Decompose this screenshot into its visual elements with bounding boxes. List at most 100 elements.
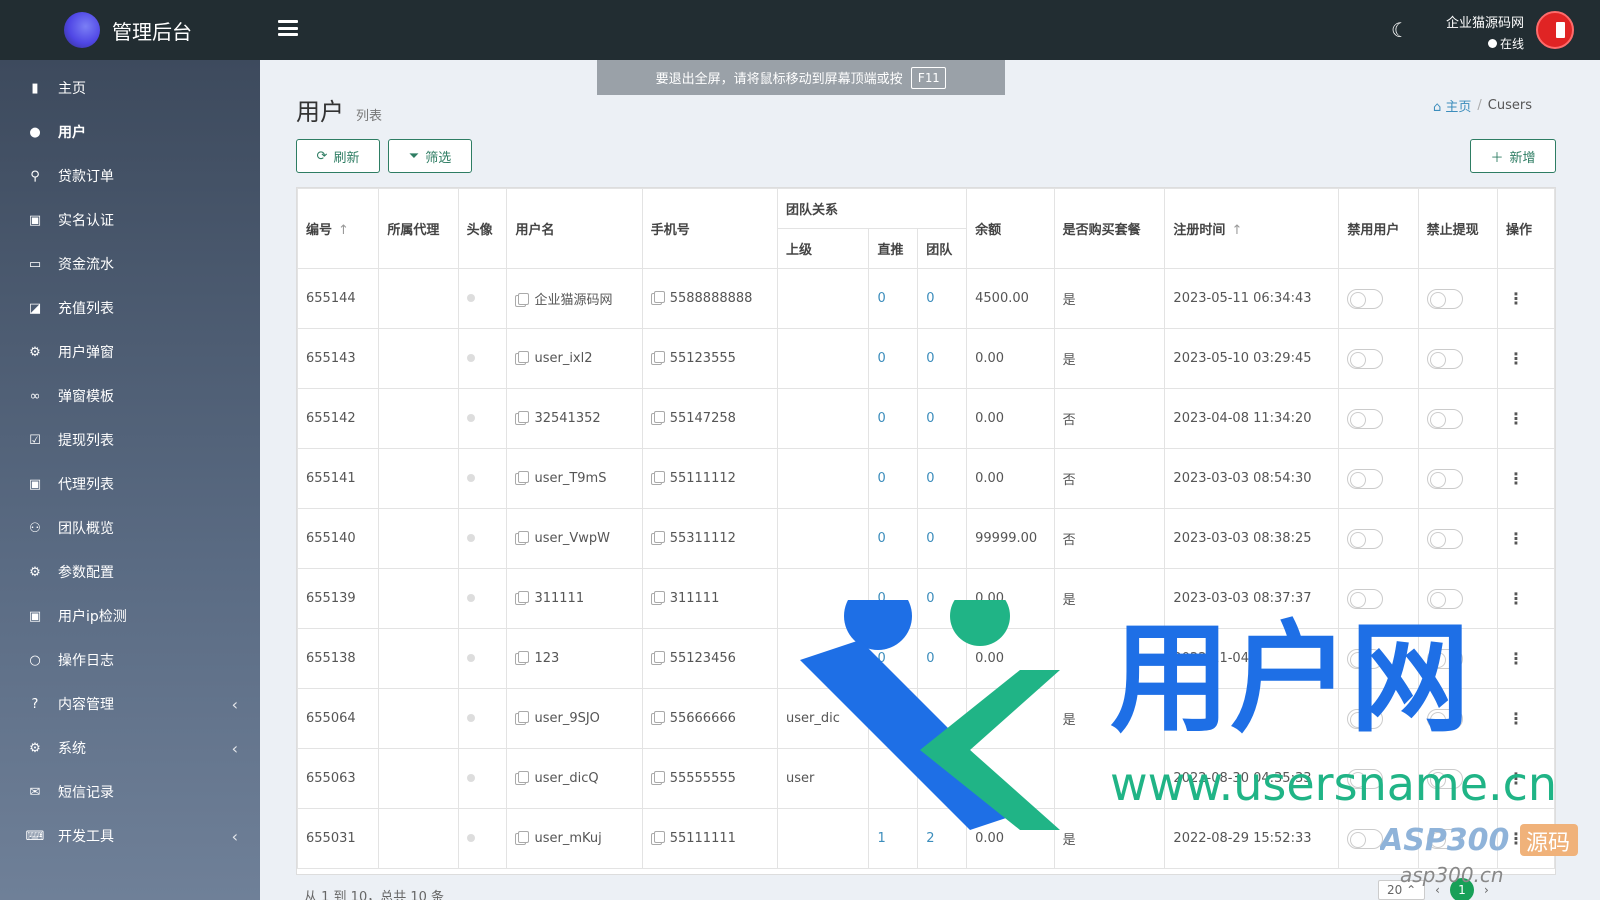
ban-user-toggle[interactable] <box>1347 588 1384 609</box>
popup-icon: ⚙ <box>29 344 41 360</box>
more-actions-icon[interactable]: ⋮ <box>1506 589 1526 608</box>
copy-icon[interactable] <box>650 410 665 425</box>
sidebar-item-3[interactable]: ▣ 实名认证 <box>0 198 260 242</box>
ban-user-toggle[interactable] <box>1347 648 1384 669</box>
copy-icon[interactable] <box>515 830 530 845</box>
sidebar-item-13[interactable]: ○ 操作日志 <box>0 638 260 682</box>
prev-page-icon[interactable]: ‹ <box>1435 883 1440 897</box>
copy-icon[interactable] <box>650 830 665 845</box>
copy-icon[interactable] <box>515 710 530 725</box>
sidebar-item-1[interactable]: ● 用户 <box>0 110 260 154</box>
copy-icon[interactable] <box>650 650 665 665</box>
copy-icon[interactable] <box>650 770 665 785</box>
filter-button[interactable]: ⏷ 筛选 <box>388 139 472 173</box>
cell-ban_withdraw <box>1417 328 1498 389</box>
more-actions-icon[interactable]: ⋮ <box>1506 289 1526 308</box>
current-page[interactable]: 1 <box>1449 878 1474 900</box>
copy-icon[interactable] <box>515 410 530 425</box>
more-actions-icon[interactable]: ⋮ <box>1506 409 1526 428</box>
ban-user-toggle[interactable] <box>1347 768 1384 789</box>
table-row: 655064 user_9SJO 55666666 user_dic 是 ⋮ <box>297 688 1555 749</box>
ban-user-toggle[interactable] <box>1347 348 1384 369</box>
more-actions-icon[interactable]: ⋮ <box>1506 769 1526 788</box>
ban-withdraw-toggle[interactable] <box>1426 528 1463 549</box>
sidebar-item-9[interactable]: ▣ 代理列表 <box>0 462 260 506</box>
copy-icon[interactable] <box>515 650 530 665</box>
ban-withdraw-toggle[interactable] <box>1426 408 1463 429</box>
ban-withdraw-toggle[interactable] <box>1426 588 1463 609</box>
copy-icon[interactable] <box>515 770 530 785</box>
sidebar-item-14[interactable]: ? 内容管理 ‹ <box>0 682 260 726</box>
more-actions-icon[interactable]: ⋮ <box>1506 829 1526 848</box>
sidebar-item-4[interactable]: ▭ 资金流水 <box>0 242 260 286</box>
ban-withdraw-toggle[interactable] <box>1426 768 1463 789</box>
ban-withdraw-toggle[interactable] <box>1426 828 1463 849</box>
ban-user-toggle[interactable] <box>1347 468 1384 489</box>
ban-withdraw-toggle[interactable] <box>1426 648 1463 669</box>
copy-icon[interactable] <box>650 530 665 545</box>
header-avatar: 头像 <box>457 188 508 269</box>
copy-icon[interactable] <box>650 290 665 305</box>
chevron-left-icon: ‹ <box>231 826 238 846</box>
cell-avatar <box>457 748 508 809</box>
sidebar-item-5[interactable]: ◪ 充值列表 <box>0 286 260 330</box>
cell-direct <box>868 688 919 749</box>
user-menu[interactable]: 企业猫源码网 在线 <box>1438 12 1524 52</box>
sidebar-item-17[interactable]: ⌨ 开发工具 ‹ <box>0 814 260 858</box>
cell-balance: 0.00 <box>966 448 1055 509</box>
more-actions-icon[interactable]: ⋮ <box>1506 349 1526 368</box>
sidebar-item-7[interactable]: ∞ 弹窗模板 <box>0 374 260 418</box>
copy-icon[interactable] <box>515 470 530 485</box>
app-logo[interactable]: 管理后台 <box>64 12 192 48</box>
more-actions-icon[interactable]: ⋮ <box>1506 529 1526 548</box>
more-actions-icon[interactable]: ⋮ <box>1506 709 1526 728</box>
ban-user-toggle[interactable] <box>1347 708 1384 729</box>
sidebar-item-6[interactable]: ⚙ 用户弹窗 <box>0 330 260 374</box>
copy-icon[interactable] <box>650 350 665 365</box>
refresh-button[interactable]: ⟳ 刷新 <box>296 139 380 173</box>
ban-user-toggle[interactable] <box>1347 408 1384 429</box>
sidebar-item-16[interactable]: ✉ 短信记录 <box>0 770 260 814</box>
cell-ban_withdraw <box>1417 268 1498 329</box>
ban-withdraw-toggle[interactable] <box>1426 348 1463 369</box>
ban-withdraw-toggle[interactable] <box>1426 708 1463 729</box>
breadcrumb-home[interactable]: ⌂ 主页 <box>1433 96 1471 115</box>
cell-team: 0 <box>917 268 968 329</box>
cell-phone: 55111112 <box>641 448 778 509</box>
cell-avatar <box>457 328 508 389</box>
copy-icon[interactable] <box>650 710 665 725</box>
copy-icon[interactable] <box>515 292 530 307</box>
sidebar-item-11[interactable]: ⚙ 参数配置 <box>0 550 260 594</box>
header-reg-time[interactable]: 注册时间 ↑ <box>1164 188 1340 269</box>
copy-icon[interactable] <box>650 590 665 605</box>
table-row: 655142 32541352 55147258 0 0 0.00 否 2023-04-08 … <box>297 388 1555 449</box>
ban-user-toggle[interactable] <box>1347 828 1384 849</box>
sidebar-toggle-button[interactable] <box>278 18 298 38</box>
ban-withdraw-toggle[interactable] <box>1426 288 1463 309</box>
copy-icon[interactable] <box>650 470 665 485</box>
dark-mode-toggle[interactable]: ☾ <box>1388 18 1412 42</box>
ban-user-toggle[interactable] <box>1347 288 1384 309</box>
sidebar-item-2[interactable]: ⚲ 贷款订单 <box>0 154 260 198</box>
sidebar-item-8[interactable]: ☑ 提现列表 <box>0 418 260 462</box>
sidebar-item-12[interactable]: ▣ 用户ip检测 <box>0 594 260 638</box>
sidebar-item-10[interactable]: ⚇ 团队概览 <box>0 506 260 550</box>
sidebar-item-label: 用户ip检测 <box>58 609 127 625</box>
next-page-icon[interactable]: › <box>1484 883 1489 897</box>
cell-actions: ⋮ <box>1496 808 1555 869</box>
header-id[interactable]: 编号 ↑ <box>297 188 380 269</box>
sidebar-item-15[interactable]: ⚙ 系统 ‹ <box>0 726 260 770</box>
ban-user-toggle[interactable] <box>1347 528 1384 549</box>
more-actions-icon[interactable]: ⋮ <box>1506 469 1526 488</box>
avatar[interactable] <box>1536 11 1574 49</box>
sidebar-item-0[interactable]: ▮ 主页 <box>0 66 260 110</box>
cell-package: 否 <box>1053 508 1166 569</box>
ban-withdraw-toggle[interactable] <box>1426 468 1463 489</box>
more-actions-icon[interactable]: ⋮ <box>1506 649 1526 668</box>
add-button[interactable]: ＋ 新增 <box>1470 139 1556 173</box>
cell-ban_user <box>1338 508 1419 569</box>
copy-icon[interactable] <box>515 350 530 365</box>
copy-icon[interactable] <box>515 530 530 545</box>
copy-icon[interactable] <box>515 590 530 605</box>
page-size-select[interactable]: 20 ⌃ <box>1378 880 1426 900</box>
